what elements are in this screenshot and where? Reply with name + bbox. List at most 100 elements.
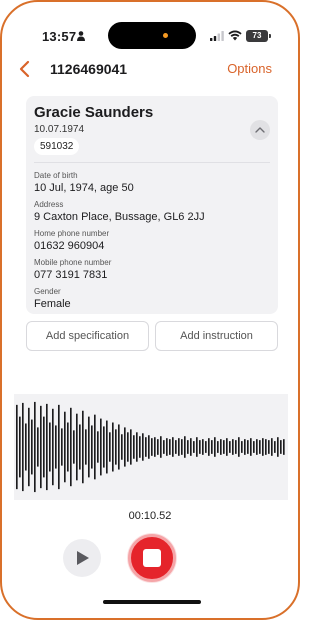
waveform-bar bbox=[88, 416, 90, 478]
waveform-bar bbox=[109, 432, 111, 462]
field-label: Mobile phone number bbox=[34, 258, 112, 267]
play-icon bbox=[77, 551, 89, 565]
waveform-bar bbox=[142, 433, 144, 461]
waveform-bar bbox=[40, 405, 42, 489]
waveform-bar bbox=[94, 414, 96, 480]
waveform-bar bbox=[247, 440, 249, 454]
stop-icon bbox=[143, 549, 161, 567]
waveform-bar bbox=[19, 416, 21, 478]
waveform-bar bbox=[130, 429, 132, 465]
waveform-bar bbox=[175, 440, 177, 454]
card-divider bbox=[34, 162, 270, 163]
waveform-bar bbox=[16, 404, 18, 490]
waveform-bar bbox=[238, 437, 240, 457]
patient-dob-short: 10.07.1974 bbox=[34, 124, 85, 135]
waveform-bar bbox=[103, 426, 105, 468]
waveform-bar bbox=[31, 419, 33, 475]
waveform-bar bbox=[151, 438, 153, 456]
patient-name: Gracie Saunders bbox=[34, 104, 154, 121]
status-time: 13:57 bbox=[42, 29, 77, 44]
waveform-bar bbox=[64, 411, 66, 483]
waveform-bar bbox=[274, 441, 276, 453]
waveform-bar bbox=[133, 435, 135, 459]
waveform-bar bbox=[232, 439, 234, 455]
waveform-bar bbox=[106, 420, 108, 474]
waveform-bar bbox=[208, 438, 210, 456]
waveform-bar bbox=[169, 439, 171, 455]
waveform-bar bbox=[79, 424, 81, 470]
field-label: Date of birth bbox=[34, 171, 78, 180]
waveform-bar bbox=[160, 436, 162, 458]
waveform-bar bbox=[58, 404, 60, 490]
waveform-bar bbox=[196, 437, 198, 457]
waveform-bar bbox=[259, 440, 261, 454]
waveform-bar bbox=[217, 441, 219, 453]
waveform-bar bbox=[283, 439, 285, 455]
field-value: 10 Jul, 1974, age 50 bbox=[34, 182, 134, 194]
recording-indicator-dot bbox=[163, 33, 168, 38]
waveform-bar bbox=[70, 407, 72, 487]
patient-id-badge: 591032 bbox=[34, 138, 80, 155]
waveform-bar bbox=[91, 425, 93, 469]
waveform-bar bbox=[145, 437, 147, 457]
add-instruction-button[interactable]: Add instruction bbox=[155, 321, 278, 351]
waveform-bar bbox=[178, 438, 180, 456]
status-bar: 13:57 73 bbox=[2, 2, 298, 52]
field-label: Address bbox=[34, 200, 64, 209]
waveform-bar bbox=[112, 422, 114, 472]
waveform-bar bbox=[85, 429, 87, 465]
waveform-bar bbox=[211, 440, 213, 454]
waveform-bar bbox=[193, 441, 195, 453]
play-button[interactable] bbox=[63, 539, 101, 577]
waveform-bar bbox=[190, 438, 192, 456]
waveform-bar bbox=[55, 425, 57, 469]
waveform-bar bbox=[214, 437, 216, 457]
options-button[interactable]: Options bbox=[227, 61, 272, 76]
field-label: Gender bbox=[34, 287, 61, 296]
person-icon bbox=[77, 31, 85, 41]
waveform-bar bbox=[226, 438, 228, 456]
waveform-bar bbox=[25, 423, 27, 471]
field-address: Address 9 Caxton Place, Bussage, GL6 2JJ bbox=[34, 200, 205, 223]
waveform-bar bbox=[163, 440, 165, 454]
home-indicator[interactable] bbox=[103, 600, 201, 604]
page-title: 1126469041 bbox=[50, 61, 128, 77]
patient-card: Gracie Saunders 10.07.1974 591032 Date o… bbox=[26, 96, 278, 314]
waveform-bar bbox=[253, 441, 255, 453]
field-value: 077 3191 7831 bbox=[34, 269, 108, 281]
waveform-bar bbox=[22, 402, 24, 492]
recording-timer: 00:10.52 bbox=[128, 510, 172, 522]
waveform-bar bbox=[43, 416, 45, 478]
audio-waveform bbox=[14, 394, 288, 500]
waveform-bar bbox=[220, 439, 222, 455]
waveform-bar bbox=[136, 432, 138, 462]
waveform-bar bbox=[67, 422, 69, 472]
stop-recording-button[interactable] bbox=[128, 534, 176, 582]
waveform-bar bbox=[235, 440, 237, 454]
waveform-bar bbox=[184, 436, 186, 458]
waveform-bar bbox=[172, 437, 174, 457]
waveform-bar bbox=[223, 440, 225, 454]
waveform-bar bbox=[157, 439, 159, 455]
waveform-bar bbox=[127, 432, 129, 462]
waveform-bar bbox=[139, 436, 141, 458]
waveform-bar bbox=[277, 437, 279, 457]
dynamic-island bbox=[108, 22, 196, 49]
add-specification-button[interactable]: Add specification bbox=[26, 321, 149, 351]
waveform-bar bbox=[199, 440, 201, 454]
waveform-bar bbox=[34, 401, 36, 493]
battery-icon: 73 bbox=[246, 30, 271, 42]
waveform-bar bbox=[271, 438, 273, 456]
waveform-bar bbox=[250, 438, 252, 456]
waveform-bar bbox=[37, 427, 39, 467]
waveform-bar bbox=[244, 439, 246, 455]
waveform-bar bbox=[280, 440, 282, 454]
collapse-button[interactable] bbox=[250, 120, 270, 140]
chevron-left-icon[interactable] bbox=[18, 60, 32, 78]
waveform-bar bbox=[241, 441, 243, 453]
waveform-bar bbox=[187, 440, 189, 454]
waveform-bar bbox=[181, 439, 183, 455]
waveform-bar bbox=[46, 403, 48, 491]
waveform-bar bbox=[148, 435, 150, 459]
field-gender: Gender Female bbox=[34, 287, 71, 310]
